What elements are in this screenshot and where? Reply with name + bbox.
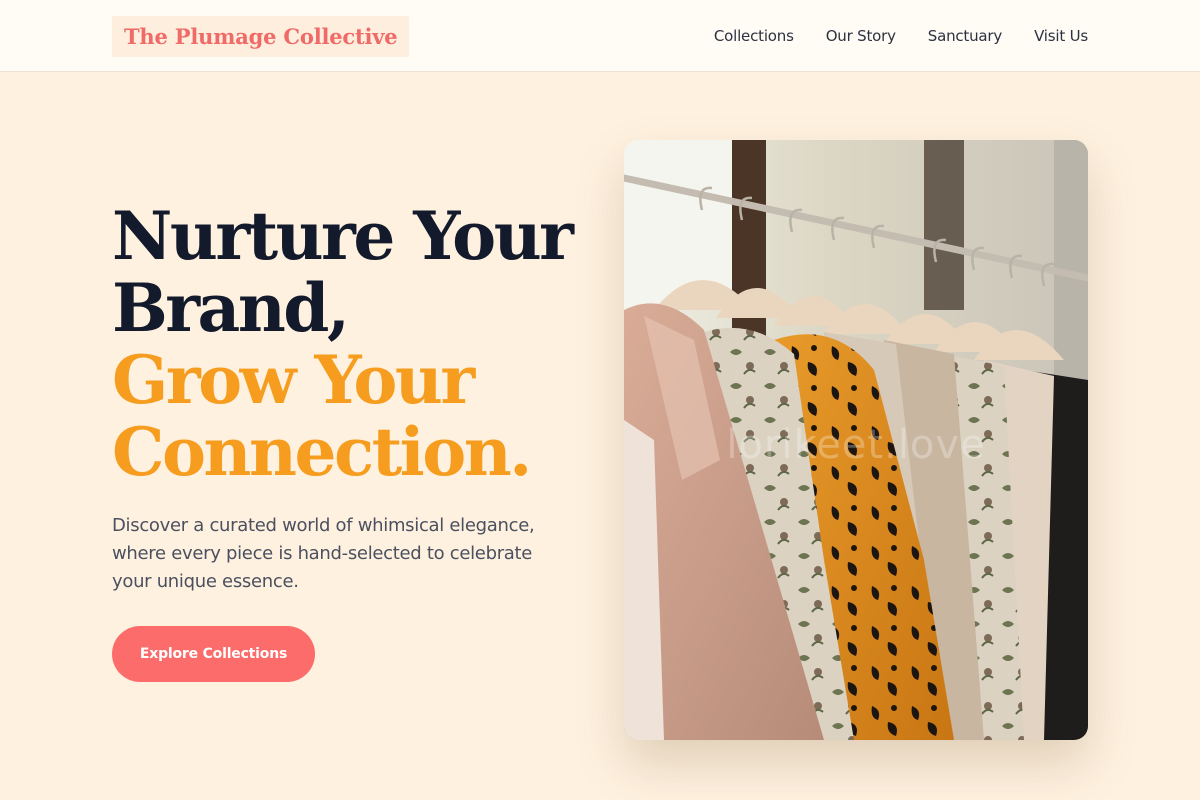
nav-link-sanctuary[interactable]: Sanctuary [928,27,1002,45]
hero-headline: Nurture Your Brand, Grow Your Connection… [112,200,592,488]
site-header: The Plumage Collective Collections Our S… [0,0,1200,72]
hero-image-clothing-rack: lorikeet.love [624,140,1088,740]
headline-line-4: Connection. [112,413,532,491]
site-logo[interactable]: The Plumage Collective [112,16,410,57]
nav-link-our-story[interactable]: Our Story [826,27,896,45]
headline-line-2: Brand, [112,269,350,347]
main-nav: Collections Our Story Sanctuary Visit Us [714,0,1088,72]
hero-description: Discover a curated world of whimsical el… [112,515,535,592]
image-watermark: lorikeet.love [726,422,986,468]
headline-line-3: Grow Your [112,341,475,419]
headline-line-1: Nurture Your [112,197,574,275]
nav-link-visit-us[interactable]: Visit Us [1034,27,1088,45]
explore-collections-button[interactable]: Explore Collections [112,626,315,682]
nav-link-collections[interactable]: Collections [714,27,794,45]
